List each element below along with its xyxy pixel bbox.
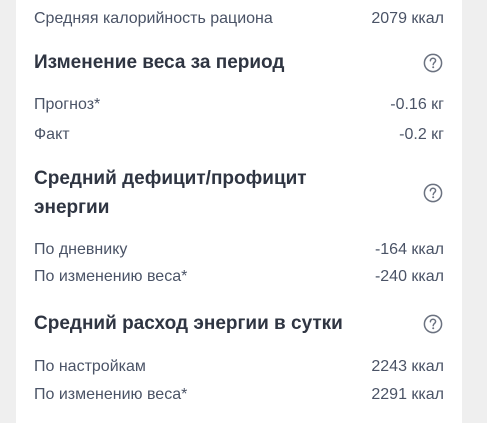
average-calories-value: 2079 ккал — [371, 10, 444, 27]
expenditure-settings-value: 2243 ккал — [371, 358, 444, 375]
weight-fact-label: Факт — [34, 126, 70, 143]
expenditure-weight-label: По изменению веса* — [34, 386, 188, 403]
deficit-diary-label: По дневнику — [34, 241, 128, 258]
average-calories-label: Средняя калорийность рациона — [34, 10, 273, 27]
question-circle-icon[interactable] — [423, 314, 443, 334]
question-circle-icon[interactable] — [423, 53, 443, 73]
weight-fact-row: Факт -0.2 кг — [34, 124, 444, 146]
deficit-weight-label: По изменению веса* — [34, 268, 188, 285]
expenditure-settings-label: По настройкам — [34, 358, 146, 375]
expenditure-settings-row: По настройкам 2243 ккал — [34, 356, 444, 378]
weight-change-title: Изменение веса за период — [34, 52, 285, 73]
average-calories-row: Средняя калорийность рациона 2079 ккал — [34, 8, 444, 30]
deficit-diary-value: -164 ккал — [374, 241, 444, 258]
energy-balance-heading: Средний дефицит/профицит энергии — [34, 164, 444, 222]
energy-balance-title-line2: энергии — [34, 197, 110, 218]
daily-expenditure-heading: Средний расход энергии в сутки — [34, 309, 444, 338]
expenditure-weight-row: По изменению веса* 2291 ккал — [34, 384, 444, 406]
expenditure-weight-value: 2291 ккал — [371, 386, 444, 403]
energy-balance-title: Средний дефицит/профицит энергии — [34, 164, 307, 222]
question-circle-icon[interactable] — [423, 183, 443, 203]
deficit-diary-row: По дневнику -164 ккал — [34, 239, 444, 261]
stats-card: Средняя калорийность рациона 2079 ккал И… — [16, 0, 462, 423]
energy-balance-title-line1: Средний дефицит/профицит — [34, 168, 307, 189]
weight-forecast-row: Прогноз* -0.16 кг — [34, 94, 444, 116]
weight-change-heading: Изменение веса за период — [34, 48, 444, 77]
deficit-weight-row: По изменению веса* -240 ккал — [34, 266, 444, 288]
weight-fact-value: -0.2 кг — [399, 126, 444, 143]
daily-expenditure-title: Средний расход энергии в сутки — [34, 313, 343, 334]
deficit-weight-value: -240 ккал — [374, 268, 444, 285]
weight-forecast-value: -0.16 кг — [390, 96, 444, 113]
weight-forecast-label: Прогноз* — [34, 96, 101, 113]
